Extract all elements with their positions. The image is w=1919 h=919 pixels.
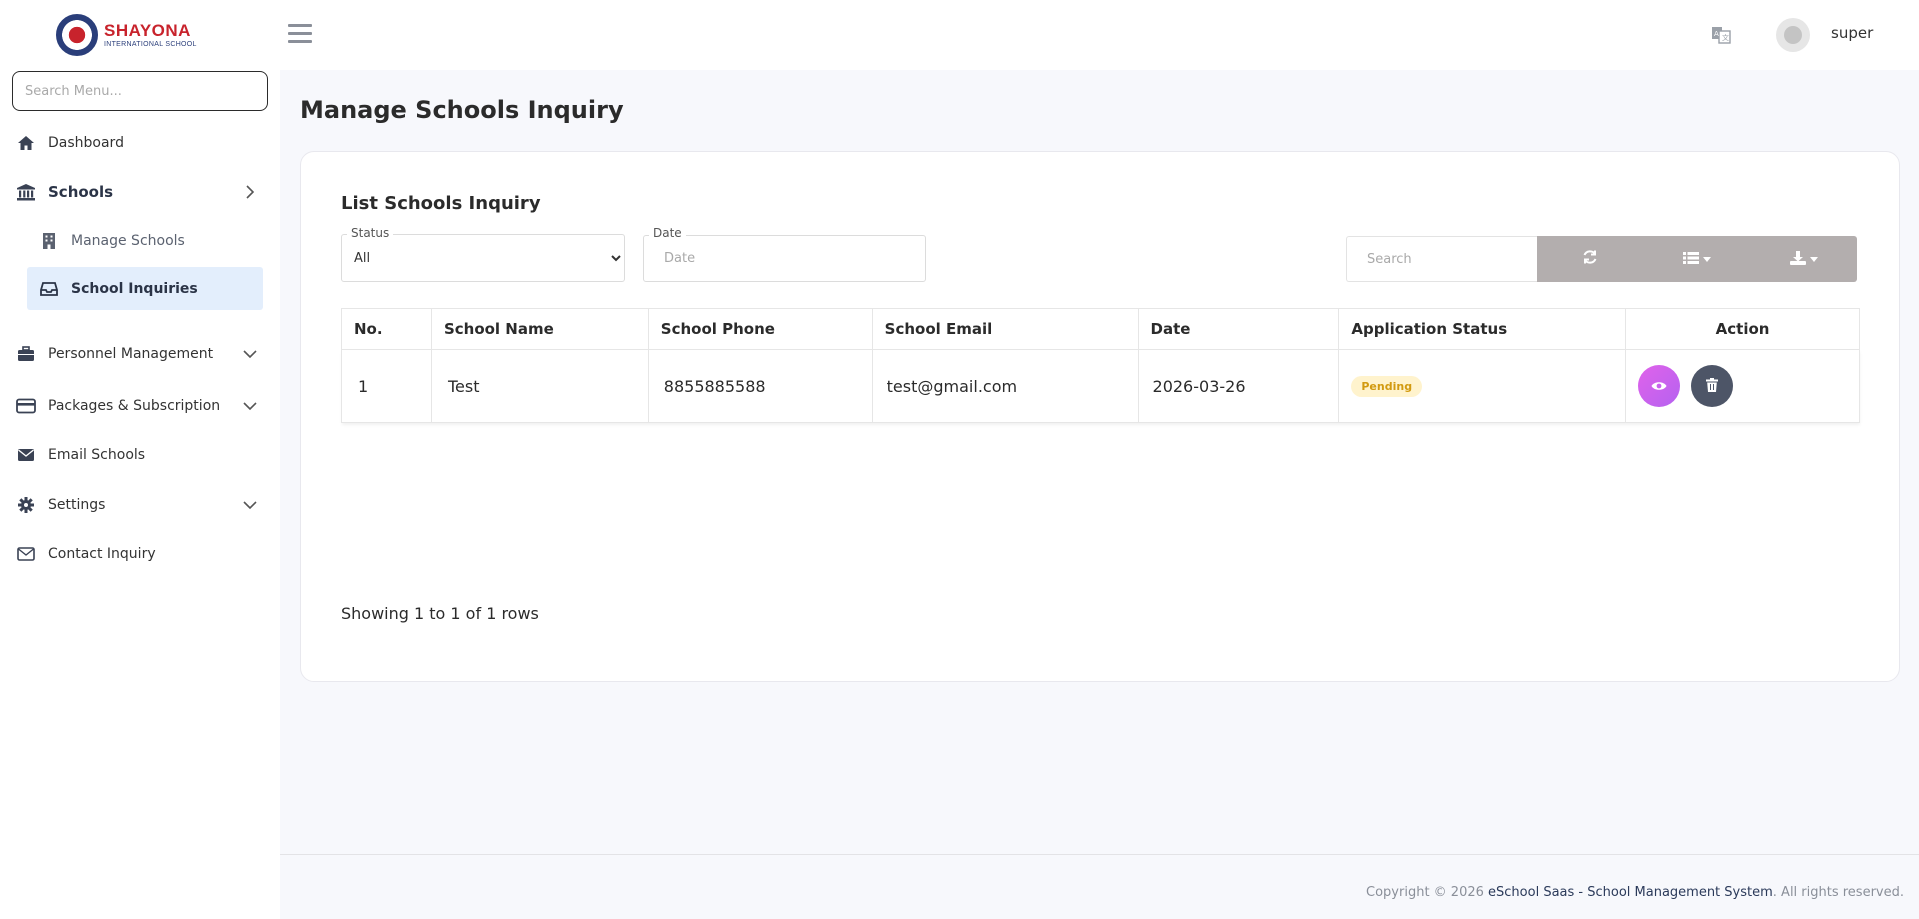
page-title: Manage Schools Inquiry — [300, 96, 624, 124]
cell-action — [1625, 349, 1860, 423]
credit-card-icon — [16, 396, 36, 416]
inquiry-card: List Schools Inquiry All Status Date Dat… — [300, 151, 1900, 682]
sidebar-item-label: Settings — [48, 497, 106, 513]
sidebar-item-label: Personnel Management — [48, 346, 214, 362]
cell-school-email: test@gmail.com — [871, 349, 1139, 423]
table-header-row: No. School Name School Phone School Emai… — [341, 308, 1860, 350]
inquiry-table: No. School Name School Phone School Emai… — [341, 308, 1860, 423]
cell-no: 1 — [341, 349, 432, 423]
sidebar-item-contact-inquiry[interactable]: Contact Inquiry — [0, 534, 280, 574]
username-label[interactable]: super — [1831, 24, 1873, 42]
building-icon — [39, 231, 59, 251]
brand-subtitle: INTERNATIONAL SCHOOL — [104, 41, 197, 48]
column-header-date[interactable]: Date — [1137, 308, 1340, 350]
sidebar-item-label: Email Schools — [48, 447, 146, 463]
user-avatar-icon — [1784, 26, 1802, 44]
gear-icon — [16, 495, 36, 515]
table-search-input[interactable] — [1346, 236, 1538, 282]
caret-down-icon — [1809, 256, 1818, 262]
export-button[interactable] — [1750, 236, 1857, 282]
column-header-action: Action — [1625, 308, 1860, 350]
caret-down-icon — [1703, 256, 1711, 262]
sidebar-item-personnel-management[interactable]: Personnel Management — [0, 334, 280, 374]
status-filter-label: Status — [347, 226, 394, 240]
sidebar-item-settings[interactable]: Settings — [0, 485, 280, 525]
menu-toggle-icon[interactable] — [288, 24, 312, 46]
date-filter-input[interactable] — [643, 235, 926, 282]
home-icon — [16, 133, 36, 153]
list-icon — [1683, 250, 1699, 269]
chevron-right-icon — [242, 184, 258, 200]
sidebar-item-label: Schools — [48, 183, 114, 201]
refresh-icon — [1582, 249, 1598, 269]
sidebar-item-manage-schools[interactable]: Manage Schools — [27, 219, 263, 262]
trash-icon — [1706, 377, 1719, 396]
cell-application-status: Pending — [1338, 349, 1627, 423]
institution-icon — [16, 182, 36, 202]
sidebar-item-dashboard[interactable]: Dashboard — [0, 123, 280, 163]
sidebar-item-label: Contact Inquiry — [48, 546, 156, 562]
copyright-text: Copyright © 2026 eSchool Saas - School M… — [1366, 885, 1904, 900]
card-title: List Schools Inquiry — [341, 193, 541, 214]
cell-date: 2026-03-26 — [1137, 349, 1340, 423]
top-bar: A文 super — [280, 0, 1919, 70]
eschool-saas-link[interactable]: eSchool Saas - School Management System — [1488, 885, 1773, 900]
chevron-down-icon — [242, 346, 258, 362]
sidebar: SHAYONA INTERNATIONAL SCHOOL Dashboard S… — [0, 0, 280, 919]
table-toolbar — [1537, 236, 1857, 282]
cell-school-phone: 8855885588 — [647, 349, 873, 423]
sidebar-item-label: School Inquiries — [71, 280, 198, 297]
svg-text:文: 文 — [1722, 33, 1729, 42]
column-header-application-status[interactable]: Application Status — [1338, 308, 1627, 350]
sidebar-item-label: Dashboard — [48, 135, 124, 151]
school-logo[interactable]: SHAYONA INTERNATIONAL SCHOOL — [56, 14, 206, 56]
view-button[interactable] — [1638, 365, 1681, 407]
delete-button[interactable] — [1691, 365, 1734, 407]
download-icon — [1789, 250, 1806, 269]
sidebar-item-label: Packages & Subscription — [48, 398, 221, 414]
language-icon[interactable]: A文 — [1710, 24, 1732, 46]
svg-text:A: A — [1714, 30, 1719, 38]
avatar[interactable] — [1776, 18, 1810, 52]
chevron-down-icon — [242, 398, 258, 414]
envelope-icon — [16, 445, 36, 465]
status-badge: Pending — [1351, 376, 1423, 397]
eye-icon — [1651, 377, 1667, 396]
sidebar-item-schools[interactable]: Schools — [0, 172, 280, 212]
table-row: 1 Test 8855885588 test@gmail.com 2026-03… — [341, 349, 1860, 423]
inbox-icon — [39, 279, 59, 299]
refresh-button[interactable] — [1537, 236, 1644, 282]
sidebar-item-packages-subscription[interactable]: Packages & Subscription — [0, 386, 280, 426]
column-header-school-phone[interactable]: School Phone — [647, 308, 873, 350]
cell-school-name: Test — [430, 349, 649, 423]
date-filter-label: Date — [649, 226, 686, 240]
sidebar-item-label: Manage Schools — [71, 232, 185, 249]
columns-toggle-button[interactable] — [1644, 236, 1751, 282]
sidebar-item-school-inquiries[interactable]: School Inquiries — [27, 267, 263, 310]
envelope-outline-icon — [16, 544, 36, 564]
sidebar-item-email-schools[interactable]: Email Schools — [0, 435, 280, 475]
copyright-prefix: Copyright © 2026 — [1366, 885, 1489, 900]
chevron-down-icon — [242, 497, 258, 513]
status-filter-select[interactable]: All — [341, 234, 625, 282]
menu-search-input[interactable] — [12, 71, 268, 111]
pagination-info: Showing 1 to 1 of 1 rows — [341, 604, 539, 623]
school-seal-icon — [56, 14, 98, 56]
copyright-suffix: . All rights reserved. — [1772, 885, 1904, 900]
footer: Copyright © 2026 eSchool Saas - School M… — [280, 854, 1919, 919]
briefcase-icon — [16, 344, 36, 364]
column-header-no[interactable]: No. — [341, 308, 432, 350]
brand-name: SHAYONA — [104, 21, 191, 40]
column-header-school-name[interactable]: School Name — [430, 308, 649, 350]
column-header-school-email[interactable]: School Email — [871, 308, 1139, 350]
